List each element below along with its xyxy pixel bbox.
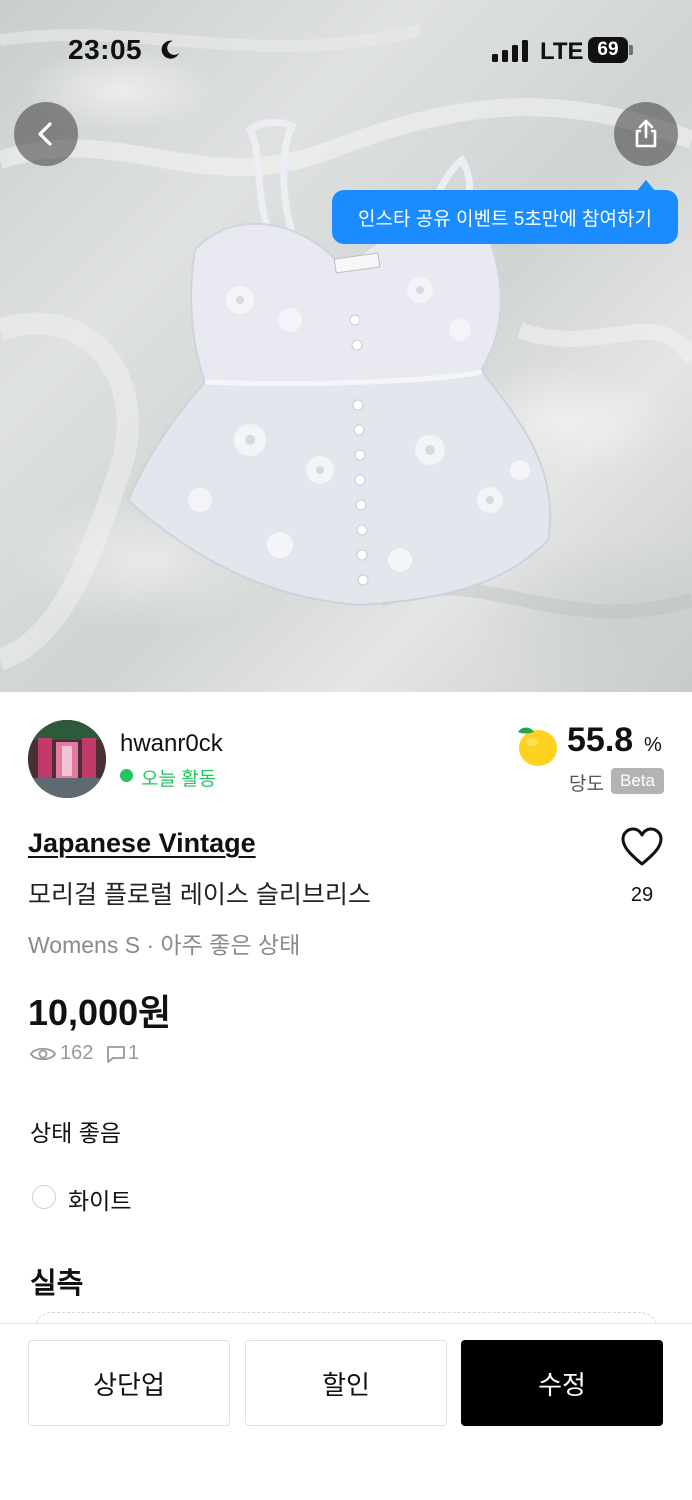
back-button[interactable] — [14, 102, 78, 166]
product-size-condition: Womens S · 아주 좋은 상태 — [28, 932, 301, 958]
lemon-icon — [518, 727, 557, 766]
heart-icon[interactable] — [620, 826, 664, 868]
share-icon — [635, 119, 657, 148]
lace-top-photo — [0, 24, 692, 671]
view-count: 162 — [60, 1042, 94, 1064]
instagram-share-tooltip[interactable]: 인스타 공유 이벤트 5초만에 참여하기 — [332, 190, 678, 244]
eye-icon — [30, 1047, 56, 1061]
lemon-score: 55.8 — [567, 721, 634, 759]
edit-button[interactable]: 수정 — [461, 1340, 663, 1426]
chat-icon — [107, 1046, 125, 1063]
share-button[interactable] — [614, 102, 678, 166]
brand-link[interactable]: Japanese Vintage — [28, 828, 256, 859]
battery-level: 69 — [597, 39, 619, 60]
color-swatch — [32, 1185, 56, 1209]
seller-name[interactable]: hwanr0ck — [120, 730, 223, 758]
online-status-dot — [120, 769, 133, 782]
lemon-score-label: 당도 — [569, 774, 604, 795]
price: 10,000원 — [28, 992, 172, 1033]
color-name: 화이트 — [68, 1188, 132, 1214]
status-time: 23:05 — [68, 34, 143, 65]
battery-icon: 69 — [588, 37, 634, 63]
seller-activity: 오늘 활동 — [141, 769, 217, 790]
chat-count: 1 — [128, 1042, 140, 1064]
signal-icon — [492, 40, 528, 62]
beta-badge: Beta — [611, 768, 664, 794]
product-title: 모리걸 플로럴 레이스 슬리브리스 — [28, 881, 371, 909]
discount-button[interactable]: 할인 — [245, 1340, 447, 1426]
bump-button[interactable]: 상단업 — [28, 1340, 230, 1426]
lemon-score-unit: % — [644, 734, 662, 756]
moon-icon — [161, 40, 179, 59]
product-photo[interactable]: 23:05 LTE 69 인스타 공유 이벤트 5초만에 참여하기 — [0, 0, 692, 692]
network-label: LTE — [540, 38, 584, 65]
chevron-left-icon — [38, 122, 52, 146]
condition-description: 상태 좋음 — [30, 1120, 122, 1146]
size-heading: 실측 — [30, 1268, 84, 1300]
seller-avatar[interactable] — [28, 720, 106, 798]
like-count: 29 — [630, 884, 654, 906]
bottom-action-bar: 상단업 할인 수정 — [0, 1323, 692, 1500]
